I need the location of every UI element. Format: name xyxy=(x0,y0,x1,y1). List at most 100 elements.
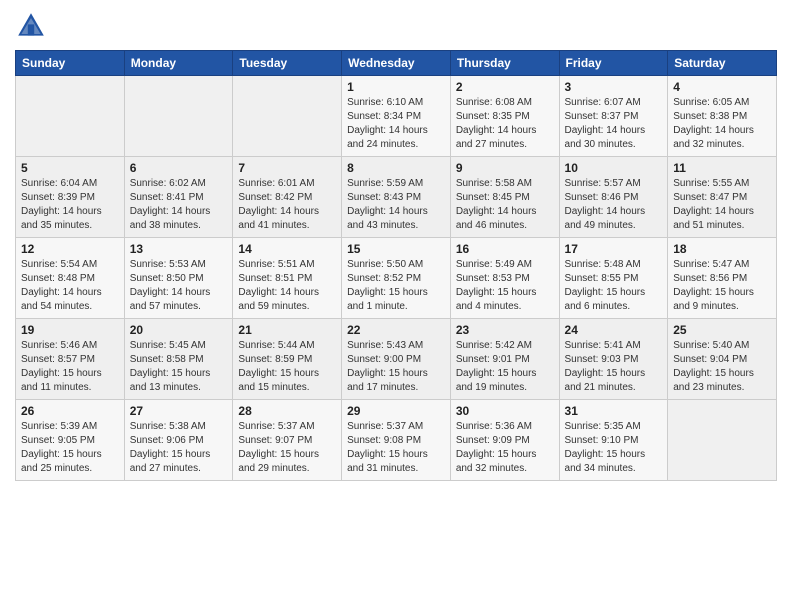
day-info: Sunrise: 5:50 AM Sunset: 8:52 PM Dayligh… xyxy=(347,258,445,314)
day-info: Sunrise: 6:10 AM Sunset: 8:34 PM Dayligh… xyxy=(347,96,445,152)
day-number: 1 xyxy=(347,80,445,94)
weekday-header-sunday: Sunday xyxy=(16,51,125,76)
calendar-week-row: 1 Sunrise: 6:10 AM Sunset: 8:34 PM Daylig… xyxy=(16,76,777,157)
day-number: 2 xyxy=(456,80,554,94)
weekday-header-saturday: Saturday xyxy=(668,51,777,76)
day-info: Sunrise: 5:45 AM Sunset: 8:58 PM Dayligh… xyxy=(130,339,228,395)
day-info: Sunrise: 5:47 AM Sunset: 8:56 PM Dayligh… xyxy=(673,258,771,314)
day-number: 28 xyxy=(238,404,336,418)
calendar-week-row: 19Sunrise: 5:46 AM Sunset: 8:57 PM Dayli… xyxy=(16,319,777,400)
day-number: 3 xyxy=(565,80,663,94)
calendar-cell: 30Sunrise: 5:36 AM Sunset: 9:09 PM Dayli… xyxy=(450,400,559,481)
calendar-cell: 18Sunrise: 5:47 AM Sunset: 8:56 PM Dayli… xyxy=(668,238,777,319)
day-number: 21 xyxy=(238,323,336,337)
day-number: 9 xyxy=(456,161,554,175)
day-number: 25 xyxy=(673,323,771,337)
day-info: Sunrise: 5:53 AM Sunset: 8:50 PM Dayligh… xyxy=(130,258,228,314)
calendar-week-row: 12Sunrise: 5:54 AM Sunset: 8:48 PM Dayli… xyxy=(16,238,777,319)
logo xyxy=(15,10,51,42)
day-number: 6 xyxy=(130,161,228,175)
day-number: 20 xyxy=(130,323,228,337)
calendar-week-row: 5 Sunrise: 6:04 AM Sunset: 8:39 PM Daylig… xyxy=(16,157,777,238)
day-number: 8 xyxy=(347,161,445,175)
day-number: 7 xyxy=(238,161,336,175)
calendar-week-row: 26 Sunrise: 5:39 AM Sunset: 9:05 PM Dayli… xyxy=(16,400,777,481)
calendar-cell: 31 Sunrise: 5:35 AM Sunset: 9:10 PM Dayli… xyxy=(559,400,668,481)
day-number: 23 xyxy=(456,323,554,337)
calendar-cell: 17 Sunrise: 5:48 AM Sunset: 8:55 PM Dayli… xyxy=(559,238,668,319)
day-number: 12 xyxy=(21,242,119,256)
calendar-cell: 27 Sunrise: 5:38 AM Sunset: 9:06 PM Dayli… xyxy=(124,400,233,481)
weekday-header-thursday: Thursday xyxy=(450,51,559,76)
weekday-header-wednesday: Wednesday xyxy=(342,51,451,76)
calendar-tbody: 1 Sunrise: 6:10 AM Sunset: 8:34 PM Daylig… xyxy=(16,76,777,481)
calendar-cell: 3 Sunrise: 6:07 AM Sunset: 8:37 PM Daylig… xyxy=(559,76,668,157)
day-info: Sunrise: 5:48 AM Sunset: 8:55 PM Dayligh… xyxy=(565,258,663,314)
day-info: Sunrise: 5:37 AM Sunset: 9:08 PM Dayligh… xyxy=(347,420,445,476)
calendar-cell: 15 Sunrise: 5:50 AM Sunset: 8:52 PM Dayli… xyxy=(342,238,451,319)
day-info: Sunrise: 5:58 AM Sunset: 8:45 PM Dayligh… xyxy=(456,177,554,233)
day-info: Sunrise: 5:37 AM Sunset: 9:07 PM Dayligh… xyxy=(238,420,336,476)
day-info: Sunrise: 5:39 AM Sunset: 9:05 PM Dayligh… xyxy=(21,420,119,476)
calendar-cell: 24 Sunrise: 5:41 AM Sunset: 9:03 PM Dayli… xyxy=(559,319,668,400)
calendar-cell: 9 Sunrise: 5:58 AM Sunset: 8:45 PM Daylig… xyxy=(450,157,559,238)
calendar-cell xyxy=(16,76,125,157)
calendar-cell: 16Sunrise: 5:49 AM Sunset: 8:53 PM Dayli… xyxy=(450,238,559,319)
calendar-cell: 4 Sunrise: 6:05 AM Sunset: 8:38 PM Daylig… xyxy=(668,76,777,157)
calendar-cell: 19Sunrise: 5:46 AM Sunset: 8:57 PM Dayli… xyxy=(16,319,125,400)
day-number: 10 xyxy=(565,161,663,175)
calendar-cell: 5 Sunrise: 6:04 AM Sunset: 8:39 PM Daylig… xyxy=(16,157,125,238)
day-info: Sunrise: 5:49 AM Sunset: 8:53 PM Dayligh… xyxy=(456,258,554,314)
day-info: Sunrise: 5:35 AM Sunset: 9:10 PM Dayligh… xyxy=(565,420,663,476)
day-number: 29 xyxy=(347,404,445,418)
weekday-header-tuesday: Tuesday xyxy=(233,51,342,76)
day-info: Sunrise: 6:05 AM Sunset: 8:38 PM Dayligh… xyxy=(673,96,771,152)
day-info: Sunrise: 5:40 AM Sunset: 9:04 PM Dayligh… xyxy=(673,339,771,395)
day-info: Sunrise: 5:43 AM Sunset: 9:00 PM Dayligh… xyxy=(347,339,445,395)
day-info: Sunrise: 5:59 AM Sunset: 8:43 PM Dayligh… xyxy=(347,177,445,233)
logo-icon xyxy=(15,10,47,42)
day-number: 22 xyxy=(347,323,445,337)
weekday-header-row: SundayMondayTuesdayWednesdayThursdayFrid… xyxy=(16,51,777,76)
calendar-cell: 22 Sunrise: 5:43 AM Sunset: 9:00 PM Dayli… xyxy=(342,319,451,400)
calendar-cell xyxy=(124,76,233,157)
calendar-cell xyxy=(233,76,342,157)
calendar-cell: 28 Sunrise: 5:37 AM Sunset: 9:07 PM Dayli… xyxy=(233,400,342,481)
page-header xyxy=(15,10,777,42)
day-number: 17 xyxy=(565,242,663,256)
day-info: Sunrise: 6:02 AM Sunset: 8:41 PM Dayligh… xyxy=(130,177,228,233)
day-number: 4 xyxy=(673,80,771,94)
day-number: 13 xyxy=(130,242,228,256)
calendar-cell: 23Sunrise: 5:42 AM Sunset: 9:01 PM Dayli… xyxy=(450,319,559,400)
calendar-cell: 14 Sunrise: 5:51 AM Sunset: 8:51 PM Dayli… xyxy=(233,238,342,319)
weekday-header-friday: Friday xyxy=(559,51,668,76)
day-number: 15 xyxy=(347,242,445,256)
day-info: Sunrise: 5:44 AM Sunset: 8:59 PM Dayligh… xyxy=(238,339,336,395)
calendar-cell: 29 Sunrise: 5:37 AM Sunset: 9:08 PM Dayli… xyxy=(342,400,451,481)
calendar-cell: 12Sunrise: 5:54 AM Sunset: 8:48 PM Dayli… xyxy=(16,238,125,319)
calendar-cell: 20 Sunrise: 5:45 AM Sunset: 8:58 PM Dayli… xyxy=(124,319,233,400)
day-info: Sunrise: 5:55 AM Sunset: 8:47 PM Dayligh… xyxy=(673,177,771,233)
calendar-thead: SundayMondayTuesdayWednesdayThursdayFrid… xyxy=(16,51,777,76)
day-number: 30 xyxy=(456,404,554,418)
calendar-cell: 21 Sunrise: 5:44 AM Sunset: 8:59 PM Dayli… xyxy=(233,319,342,400)
weekday-header-monday: Monday xyxy=(124,51,233,76)
day-info: Sunrise: 5:41 AM Sunset: 9:03 PM Dayligh… xyxy=(565,339,663,395)
day-number: 26 xyxy=(21,404,119,418)
day-info: Sunrise: 5:57 AM Sunset: 8:46 PM Dayligh… xyxy=(565,177,663,233)
day-number: 5 xyxy=(21,161,119,175)
calendar-cell xyxy=(668,400,777,481)
day-info: Sunrise: 5:51 AM Sunset: 8:51 PM Dayligh… xyxy=(238,258,336,314)
day-info: Sunrise: 5:46 AM Sunset: 8:57 PM Dayligh… xyxy=(21,339,119,395)
calendar-cell: 1 Sunrise: 6:10 AM Sunset: 8:34 PM Daylig… xyxy=(342,76,451,157)
calendar-cell: 8 Sunrise: 5:59 AM Sunset: 8:43 PM Daylig… xyxy=(342,157,451,238)
calendar-cell: 7Sunrise: 6:01 AM Sunset: 8:42 PM Daylig… xyxy=(233,157,342,238)
day-number: 27 xyxy=(130,404,228,418)
day-number: 31 xyxy=(565,404,663,418)
day-number: 24 xyxy=(565,323,663,337)
day-number: 14 xyxy=(238,242,336,256)
calendar-page: SundayMondayTuesdayWednesdayThursdayFrid… xyxy=(0,0,792,612)
day-info: Sunrise: 5:38 AM Sunset: 9:06 PM Dayligh… xyxy=(130,420,228,476)
day-info: Sunrise: 6:07 AM Sunset: 8:37 PM Dayligh… xyxy=(565,96,663,152)
day-info: Sunrise: 6:04 AM Sunset: 8:39 PM Dayligh… xyxy=(21,177,119,233)
